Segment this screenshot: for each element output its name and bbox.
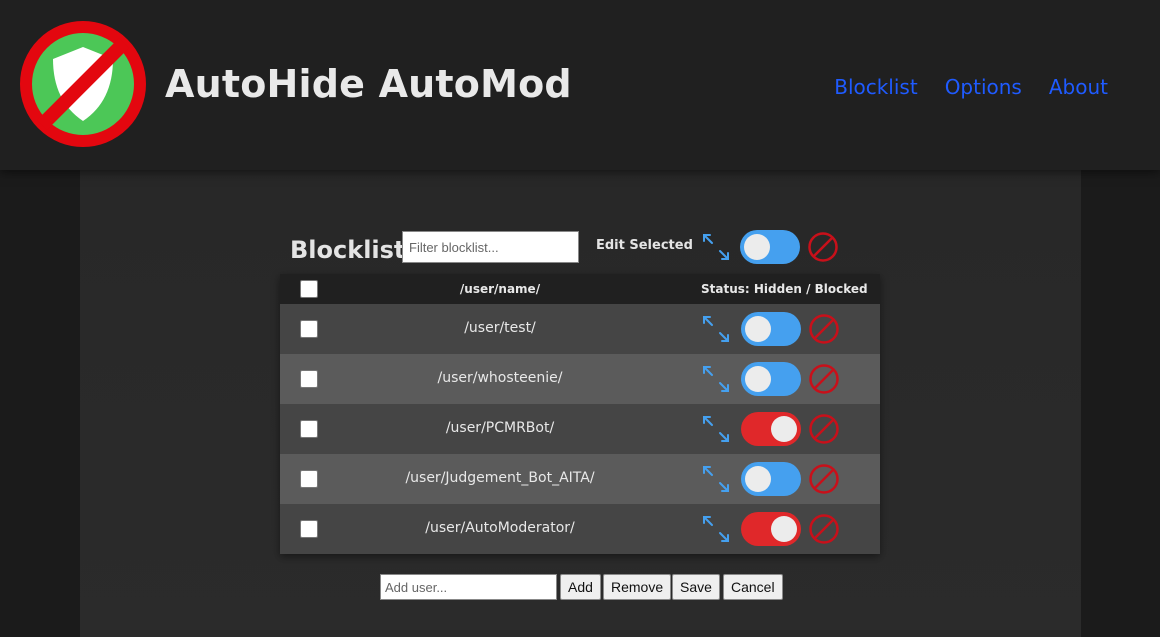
column-header-status: Status: Hidden / Blocked	[701, 282, 868, 296]
edit-selected-label: Edit Selected	[596, 238, 693, 253]
table-row: /user/test/	[280, 304, 880, 354]
row-user-name: /user/AutoModerator/	[425, 520, 575, 536]
toggle-knob	[744, 234, 770, 260]
toggle-knob	[771, 516, 797, 542]
hide-block-toggle[interactable]	[741, 362, 801, 396]
row-checkbox[interactable]	[300, 420, 318, 438]
hide-block-toggle[interactable]	[741, 312, 801, 346]
toggle-knob	[745, 366, 771, 392]
expand-icon[interactable]	[700, 231, 732, 263]
table-row: /user/PCMRBot/	[280, 404, 880, 454]
remove-button[interactable]: Remove	[603, 574, 672, 600]
table-row: /user/Judgement_Bot_AITA/	[280, 454, 880, 504]
row-user-name: /user/test/	[464, 320, 536, 336]
block-icon[interactable]	[807, 231, 839, 263]
block-icon[interactable]	[808, 313, 840, 345]
table-header: /user/name/ Status: Hidden / Blocked	[280, 274, 880, 304]
filter-input[interactable]	[402, 231, 579, 263]
block-icon[interactable]	[808, 463, 840, 495]
expand-icon[interactable]	[700, 413, 732, 445]
toggle-knob	[771, 416, 797, 442]
toggle-knob	[745, 316, 771, 342]
table-row: /user/AutoModerator/	[280, 504, 880, 554]
expand-icon[interactable]	[700, 463, 732, 495]
expand-icon[interactable]	[700, 313, 732, 345]
hide-block-toggle[interactable]	[741, 412, 801, 446]
save-button[interactable]: Save	[672, 574, 720, 600]
expand-icon[interactable]	[700, 513, 732, 545]
toggle-knob	[745, 466, 771, 492]
hide-block-toggle[interactable]	[741, 462, 801, 496]
blocklist-table: /user/name/ Status: Hidden / Blocked /us…	[280, 274, 880, 554]
table-row: /user/whosteenie/	[280, 354, 880, 404]
row-user-name: /user/PCMRBot/	[445, 420, 555, 436]
row-user-name: /user/Judgement_Bot_AITA/	[405, 470, 595, 486]
edit-selected-toggle[interactable]	[740, 230, 800, 264]
column-header-name: /user/name/	[459, 282, 541, 296]
hide-block-toggle[interactable]	[741, 512, 801, 546]
block-icon[interactable]	[808, 413, 840, 445]
cancel-button[interactable]: Cancel	[723, 574, 783, 600]
block-icon[interactable]	[808, 513, 840, 545]
blocklist-title: Blocklist	[290, 236, 406, 264]
add-button[interactable]: Add	[560, 574, 601, 600]
row-checkbox[interactable]	[300, 320, 318, 338]
row-user-name: /user/whosteenie/	[437, 370, 563, 386]
add-user-input[interactable]	[380, 574, 557, 600]
row-checkbox[interactable]	[300, 520, 318, 538]
row-checkbox[interactable]	[300, 370, 318, 388]
expand-icon[interactable]	[700, 363, 732, 395]
row-checkbox[interactable]	[300, 470, 318, 488]
select-all-checkbox[interactable]	[300, 280, 318, 298]
block-icon[interactable]	[808, 363, 840, 395]
